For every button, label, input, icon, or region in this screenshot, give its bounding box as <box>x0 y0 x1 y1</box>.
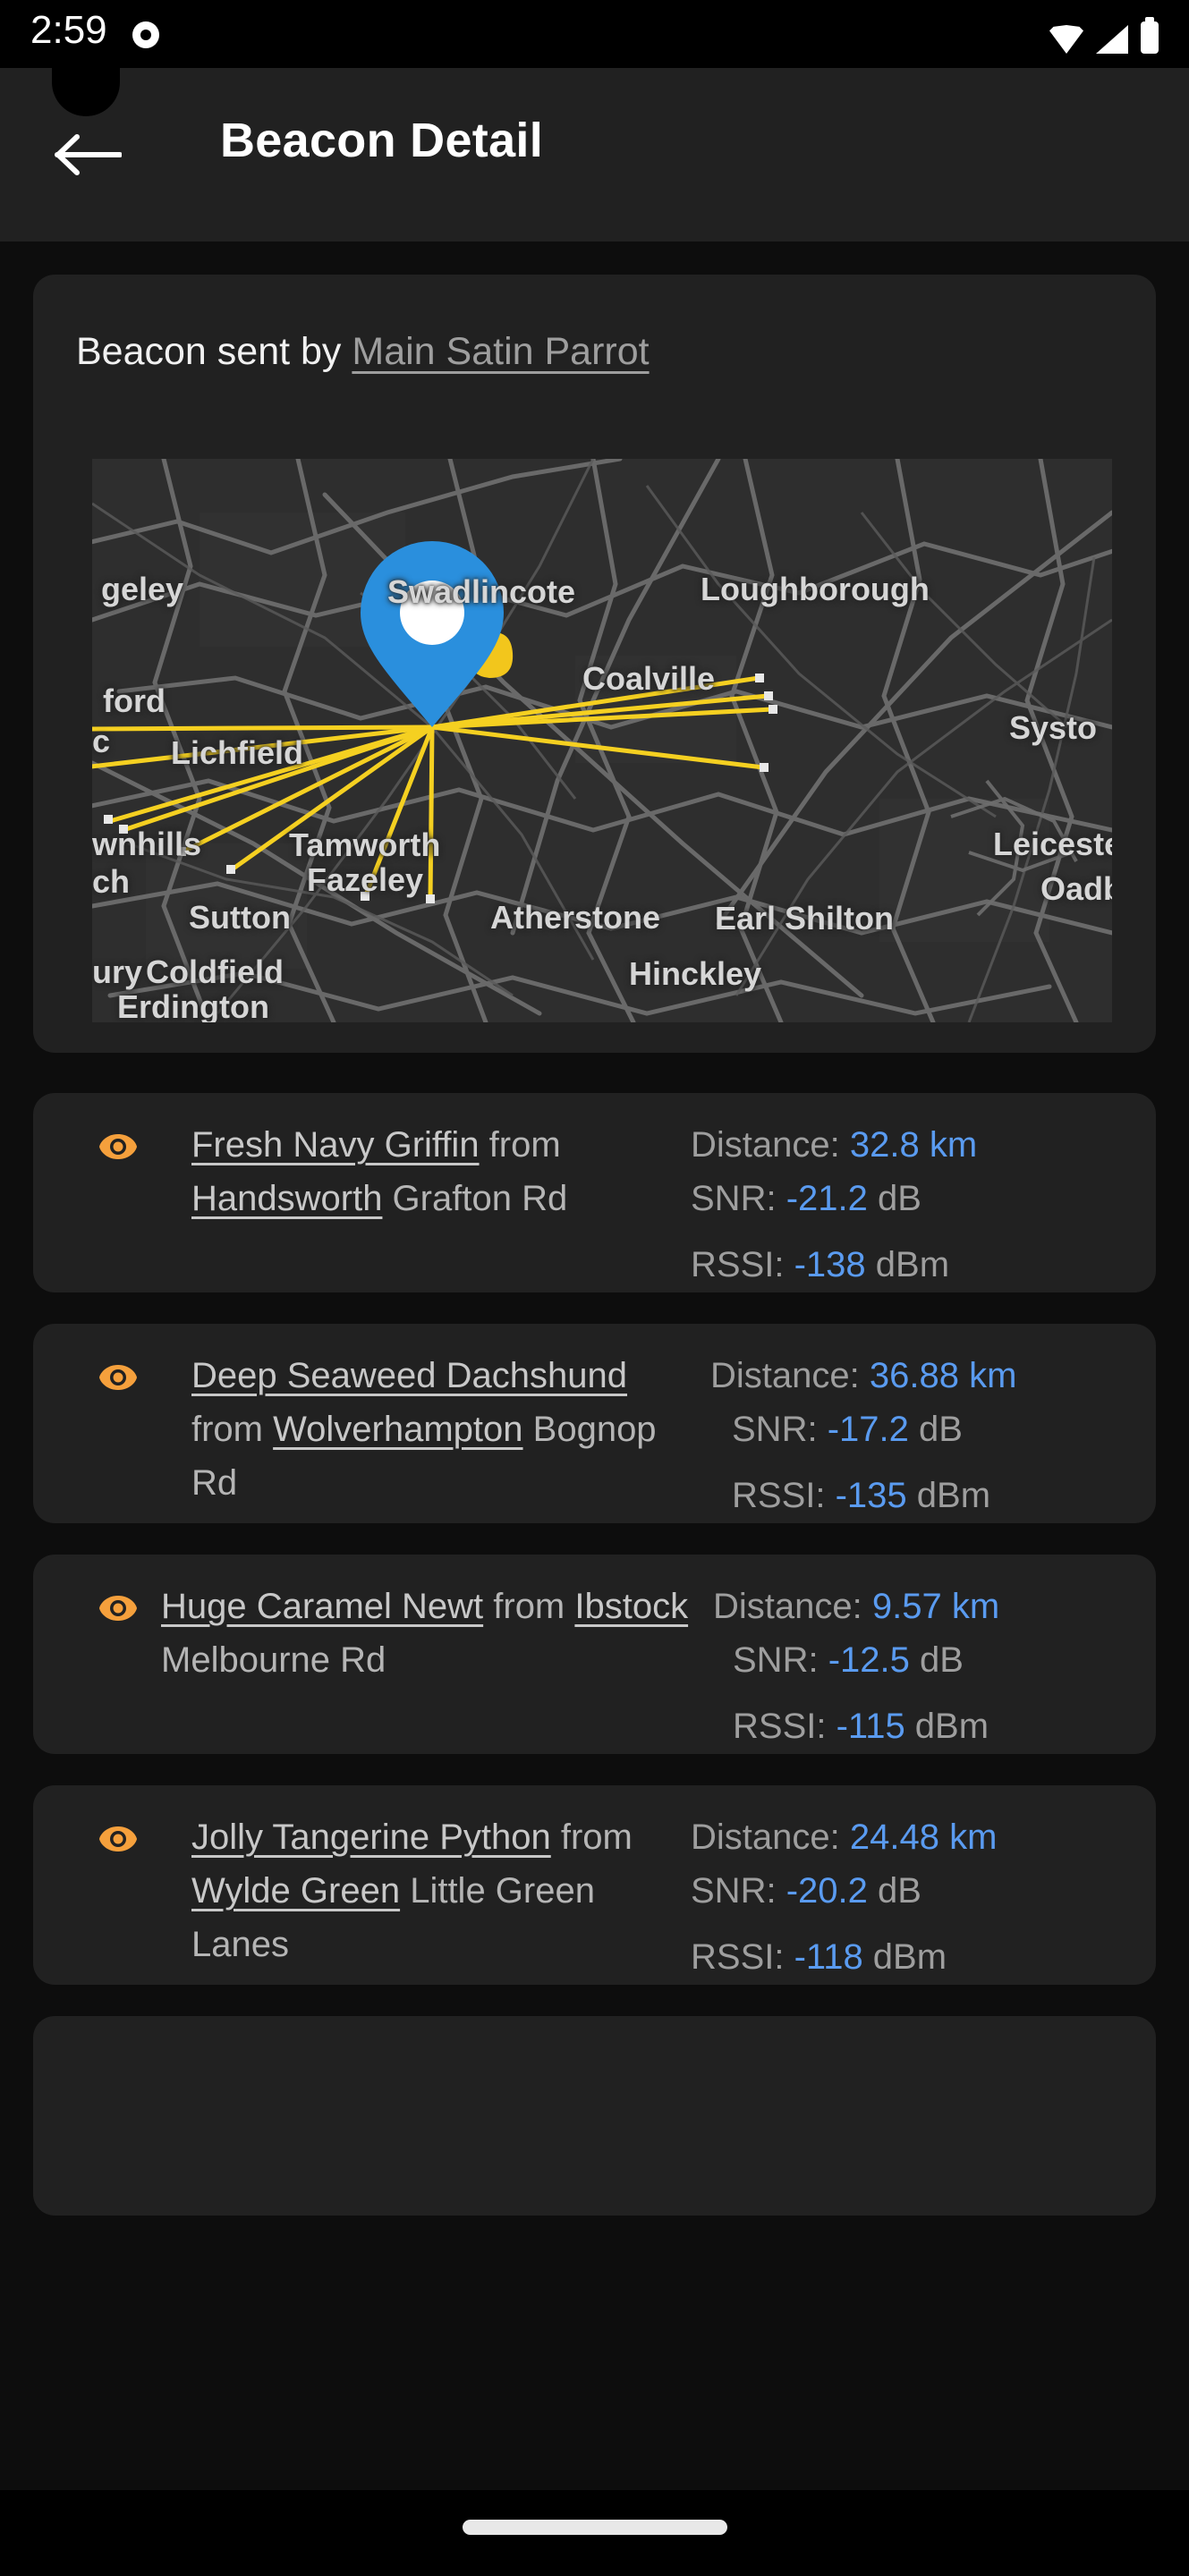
beacon-street: Grafton Rd <box>382 1179 568 1218</box>
eye-icon <box>98 1133 138 1160</box>
beacon-place-link[interactable]: Ibstock <box>574 1587 688 1626</box>
scroll-content[interactable]: Beacon sent by Main Satin Parrot geley f… <box>0 242 1189 2513</box>
beacon-row-card[interactable]: Deep Seaweed Dachshund from Wolverhampto… <box>33 1324 1156 1523</box>
rssi-value: -115 <box>836 1707 905 1746</box>
from-word: from <box>550 1818 633 1857</box>
from-word: from <box>191 1410 274 1449</box>
sent-by-line: Beacon sent by Main Satin Parrot <box>76 330 650 374</box>
snr-label: SNR: <box>732 1410 828 1449</box>
rssi-value: -135 <box>835 1476 907 1515</box>
rssi-line: RSSI: -118 dBm <box>691 1930 1120 1984</box>
beacon-metrics: Distance: 36.88 km SNR: -17.2 dB RSSI: -… <box>710 1349 1140 1522</box>
signal-icon <box>1096 25 1128 54</box>
snr-unit: dB <box>867 1179 921 1218</box>
snr-line: SNR: -17.2 dB <box>732 1402 1140 1456</box>
snr-value: -12.5 <box>828 1640 910 1680</box>
distance-label: Distance: <box>710 1356 870 1395</box>
snr-label: SNR: <box>691 1179 786 1218</box>
beacon-origin: Huge Caramel Newt from Ibstock Melbourne… <box>161 1580 698 1687</box>
snr-unit: dB <box>867 1871 921 1911</box>
rssi-line: RSSI: -135 dBm <box>732 1469 1140 1522</box>
snr-value: -17.2 <box>827 1410 909 1449</box>
home-gesture-pill[interactable] <box>462 2520 727 2535</box>
snr-line: SNR: -12.5 dB <box>733 1633 1142 1687</box>
snr-value: -20.2 <box>786 1871 868 1911</box>
rssi-value: -138 <box>794 1245 866 1284</box>
rssi-line: RSSI: -138 dBm <box>691 1238 1120 1292</box>
status-bar-clock: 2:59 <box>30 8 107 52</box>
distance-value: 32.8 km <box>849 1125 978 1165</box>
beacon-row-card[interactable]: Jolly Tangerine Python from Wylde Green … <box>33 1785 1156 1985</box>
beacon-street: Melbourne Rd <box>161 1640 386 1680</box>
sent-by-prefix: Beacon sent by <box>76 330 352 373</box>
beacon-metrics: Distance: 9.57 km SNR: -12.5 dB RSSI: -1… <box>713 1580 1142 1753</box>
rssi-unit: dBm <box>904 1707 989 1746</box>
from-word: from <box>479 1125 561 1165</box>
distance-label: Distance: <box>691 1125 850 1165</box>
system-nav-bar <box>0 2490 1189 2576</box>
snr-line: SNR: -20.2 dB <box>691 1864 1120 1918</box>
beacon-place-link[interactable]: Wolverhampton <box>273 1410 522 1449</box>
snr-value: -21.2 <box>786 1179 868 1218</box>
beacon-origin: Jolly Tangerine Python from Wylde Green … <box>191 1810 692 1971</box>
rssi-label: RSSI: <box>733 1707 837 1746</box>
status-bar-icons <box>1049 16 1159 54</box>
snr-unit: dB <box>909 1640 964 1680</box>
map-graphics <box>92 459 1112 1022</box>
distance-value: 24.48 km <box>849 1818 998 1857</box>
beacon-map[interactable]: geley ford c Lichfield Swadlincote Loughborou… <box>92 459 1112 1022</box>
from-word: from <box>483 1587 575 1626</box>
beacon-row-card[interactable]: Huge Caramel Newt from Ibstock Melbourne… <box>33 1555 1156 1754</box>
rssi-label: RSSI: <box>732 1476 836 1515</box>
page-title: Beacon Detail <box>220 114 544 167</box>
battery-icon <box>1141 17 1159 54</box>
beacon-metrics: Distance: 24.48 km SNR: -20.2 dB RSSI: -… <box>691 1810 1120 1984</box>
snr-label: SNR: <box>733 1640 828 1680</box>
status-bar: 2:59 <box>0 0 1189 68</box>
beacon-place-link[interactable]: Handsworth <box>191 1179 382 1218</box>
snr-label: SNR: <box>691 1871 786 1911</box>
beacon-name-link[interactable]: Deep Seaweed Dachshund <box>191 1356 627 1395</box>
back-button[interactable] <box>54 132 122 177</box>
beacon-metrics: Distance: 32.8 km SNR: -21.2 dB RSSI: -1… <box>691 1118 1120 1292</box>
rssi-unit: dBm <box>906 1476 991 1515</box>
beacon-name-link[interactable]: Jolly Tangerine Python <box>191 1818 551 1857</box>
eye-icon <box>98 1595 138 1622</box>
rssi-unit: dBm <box>865 1245 950 1284</box>
beacon-name-link[interactable]: Fresh Navy Griffin <box>191 1125 480 1165</box>
distance-value: 9.57 km <box>871 1587 1000 1626</box>
rssi-value: -118 <box>794 1937 863 1977</box>
snr-line: SNR: -21.2 dB <box>691 1172 1120 1225</box>
wifi-icon <box>1049 25 1083 54</box>
rssi-label: RSSI: <box>691 1245 794 1284</box>
distance-label: Distance: <box>713 1587 872 1626</box>
eye-icon <box>98 1826 138 1852</box>
eye-icon <box>98 1364 138 1391</box>
sender-link[interactable]: Main Satin Parrot <box>352 330 649 373</box>
app-screen: 2:59 Beacon Detail Beacon sent by Main S… <box>0 0 1189 2576</box>
beacon-row-card-partial[interactable] <box>33 2016 1156 2216</box>
rssi-line: RSSI: -115 dBm <box>733 1699 1142 1753</box>
beacon-origin: Deep Seaweed Dachshund from Wolverhampto… <box>191 1349 692 1510</box>
rssi-label: RSSI: <box>691 1937 794 1977</box>
rssi-unit: dBm <box>862 1937 947 1977</box>
app-bar: Beacon Detail <box>0 68 1189 242</box>
beacon-row-card[interactable]: Fresh Navy Griffin from Handsworth Graft… <box>33 1093 1156 1292</box>
beacon-sender-card: Beacon sent by Main Satin Parrot geley f… <box>33 275 1156 1053</box>
distance-label: Distance: <box>691 1818 850 1857</box>
distance-value: 36.88 km <box>869 1356 1017 1395</box>
beacon-name-link[interactable]: Huge Caramel Newt <box>161 1587 483 1626</box>
beacon-place-link[interactable]: Wylde Green <box>191 1871 400 1911</box>
snr-unit: dB <box>908 1410 963 1449</box>
notification-dot-icon <box>132 21 159 48</box>
beacon-origin: Fresh Navy Griffin from Handsworth Graft… <box>191 1118 657 1225</box>
